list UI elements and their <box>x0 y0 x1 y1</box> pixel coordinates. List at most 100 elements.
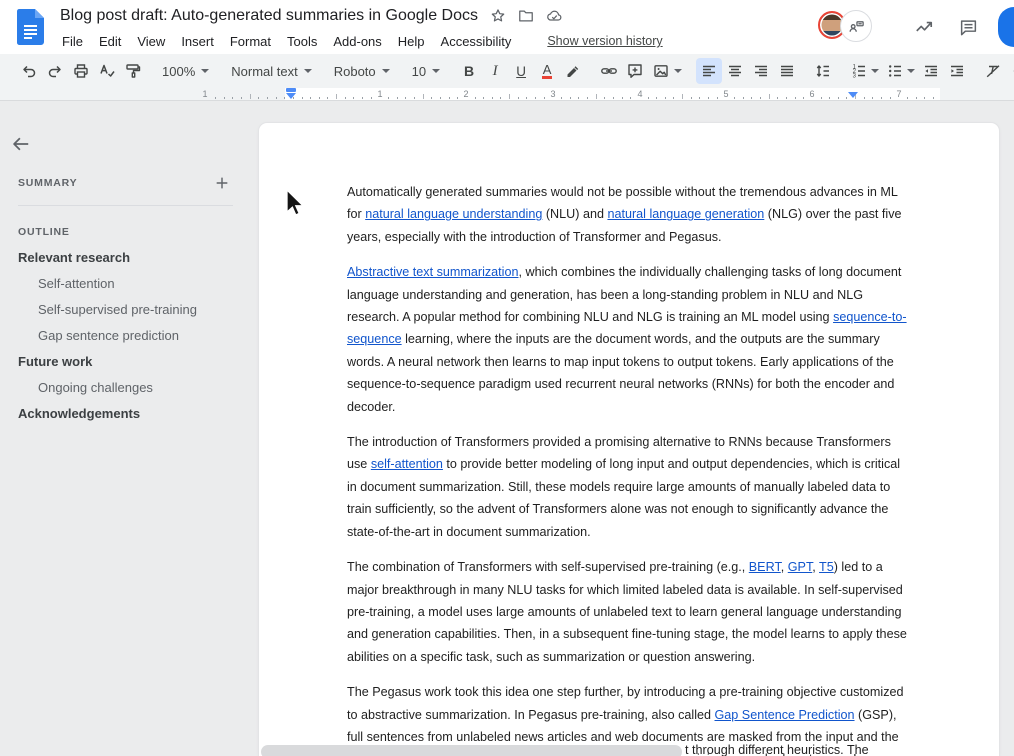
menu-item-format[interactable]: Format <box>222 32 279 51</box>
paint-format-button[interactable] <box>120 58 146 84</box>
comments-icon[interactable] <box>956 15 980 39</box>
clear-formatting-button[interactable] <box>980 58 1006 84</box>
paragraph-style-select[interactable]: Normal text <box>225 58 317 84</box>
bulleted-list-button[interactable] <box>882 58 918 84</box>
chevron-down-icon <box>201 69 209 73</box>
menu-item-add-ons[interactable]: Add-ons <box>325 32 389 51</box>
text-color-button[interactable]: A <box>534 58 560 84</box>
document-page[interactable]: Automatically generated summaries would … <box>259 123 999 756</box>
paragraph: Abstractive text summarization, which co… <box>347 261 911 418</box>
spellcheck-button[interactable] <box>94 58 120 84</box>
align-right-button[interactable] <box>748 58 774 84</box>
close-outline-button[interactable] <box>8 131 34 157</box>
chevron-down-icon <box>432 69 440 73</box>
ruler-number: 2 <box>463 89 468 99</box>
bold-button[interactable]: B <box>456 58 482 84</box>
text-run: , <box>781 560 788 574</box>
menu-item-edit[interactable]: Edit <box>91 32 129 51</box>
menu-item-tools[interactable]: Tools <box>279 32 325 51</box>
ruler-number: 7 <box>896 89 901 99</box>
doc-body: Automatically generated summaries would … <box>259 123 999 756</box>
doc-link[interactable]: self-attention <box>371 457 443 471</box>
paragraph: The combination of Transformers with sel… <box>347 556 911 668</box>
doc-link[interactable]: Abstractive text summarization <box>347 265 518 279</box>
menu-item-insert[interactable]: Insert <box>173 32 222 51</box>
version-history-link[interactable]: Show version history <box>547 34 662 48</box>
align-center-button[interactable] <box>722 58 748 84</box>
ruler-number: 4 <box>637 89 642 99</box>
ruler-number: 6 <box>809 89 814 99</box>
outline-heading: OUTLINE <box>18 226 70 238</box>
menu-item-accessibility[interactable]: Accessibility <box>433 32 520 51</box>
formatting-toolbar: 100% Normal text Roboto 10 B I U A <box>0 54 1014 88</box>
zoom-select[interactable]: 100% <box>156 58 215 84</box>
activity-dashboard-icon[interactable] <box>912 15 936 39</box>
menu-item-help[interactable]: Help <box>390 32 433 51</box>
chevron-down-icon <box>907 69 915 73</box>
google-docs-window: Blog post draft: Auto-generated summarie… <box>0 0 1014 756</box>
add-comment-button[interactable] <box>622 58 648 84</box>
document-title[interactable]: Blog post draft: Auto-generated summarie… <box>60 7 478 25</box>
document-canvas: SUMMARY OUTLINE Relevant researchSelf-at… <box>0 101 1014 756</box>
right-indent-marker[interactable] <box>848 92 858 98</box>
voice-typing-icon[interactable] <box>1006 58 1014 84</box>
doc-link[interactable]: natural language understanding <box>365 207 542 221</box>
presenting-badge-icon[interactable] <box>840 10 872 42</box>
line-spacing-button[interactable] <box>810 58 836 84</box>
underline-button[interactable]: U <box>508 58 534 84</box>
left-indent-marker[interactable] <box>286 93 296 99</box>
font-size-select[interactable]: 10 <box>406 58 446 84</box>
undo-button[interactable] <box>16 58 42 84</box>
outline-item[interactable]: Relevant research <box>0 245 240 271</box>
menu-item-file[interactable]: File <box>60 32 91 51</box>
ruler-number: 5 <box>723 89 728 99</box>
selection-shimmer-bar <box>261 745 682 756</box>
first-line-indent-marker[interactable] <box>286 88 296 92</box>
cloud-status-icon[interactable] <box>546 8 563 24</box>
doc-link[interactable]: Gap Sentence Prediction <box>715 708 855 722</box>
ruler-number: 1 <box>377 89 382 99</box>
ruler-number: 1 <box>202 89 207 99</box>
numbered-list-button[interactable]: 1 2 3 <box>846 58 882 84</box>
paragraph: Automatically generated summaries would … <box>347 181 911 248</box>
move-folder-icon[interactable] <box>518 8 534 24</box>
insert-link-button[interactable] <box>596 58 622 84</box>
doc-link[interactable]: BERT <box>749 560 781 574</box>
font-family-select[interactable]: Roboto <box>328 58 396 84</box>
increase-indent-button[interactable] <box>944 58 970 84</box>
outline-item[interactable]: Future work <box>0 349 240 375</box>
mouse-cursor <box>284 189 308 222</box>
insert-image-button[interactable] <box>648 58 686 84</box>
summary-heading: SUMMARY <box>18 177 77 189</box>
highlight-color-button[interactable] <box>560 58 586 84</box>
align-left-button[interactable] <box>696 58 722 84</box>
redo-button[interactable] <box>42 58 68 84</box>
outline-item[interactable]: Self-attention <box>0 271 240 297</box>
decrease-indent-button[interactable] <box>918 58 944 84</box>
text-run: learning, where the inputs are the docum… <box>347 332 894 413</box>
doc-link[interactable]: GPT <box>788 560 813 574</box>
text-run: , <box>812 560 819 574</box>
chevron-down-icon <box>871 69 879 73</box>
app-header: Blog post draft: Auto-generated summarie… <box>0 0 1014 54</box>
outline-item[interactable]: Acknowledgements <box>0 401 240 427</box>
chevron-down-icon <box>674 69 682 73</box>
add-summary-button[interactable] <box>212 173 232 193</box>
outline-item[interactable]: Gap sentence prediction <box>0 323 240 349</box>
outline-sidebar: SUMMARY OUTLINE Relevant researchSelf-at… <box>0 101 240 756</box>
ruler-track: 11234567 <box>0 88 1014 100</box>
outline-item[interactable]: Self-supervised pre-training <box>0 297 240 323</box>
docs-logo-icon[interactable] <box>17 9 44 45</box>
print-button[interactable] <box>68 58 94 84</box>
chevron-down-icon <box>304 69 312 73</box>
doc-link[interactable]: natural language generation <box>607 207 764 221</box>
menu-item-view[interactable]: View <box>129 32 173 51</box>
star-icon[interactable] <box>490 8 506 24</box>
partial-text-line: t through different heuristics. The <box>685 743 869 756</box>
justify-button[interactable] <box>774 58 800 84</box>
share-button[interactable] <box>998 7 1014 47</box>
outline-item[interactable]: Ongoing challenges <box>0 375 240 401</box>
horizontal-ruler[interactable]: 11234567 <box>0 88 1014 101</box>
italic-button[interactable]: I <box>482 58 508 84</box>
doc-link[interactable]: T5 <box>819 560 834 574</box>
